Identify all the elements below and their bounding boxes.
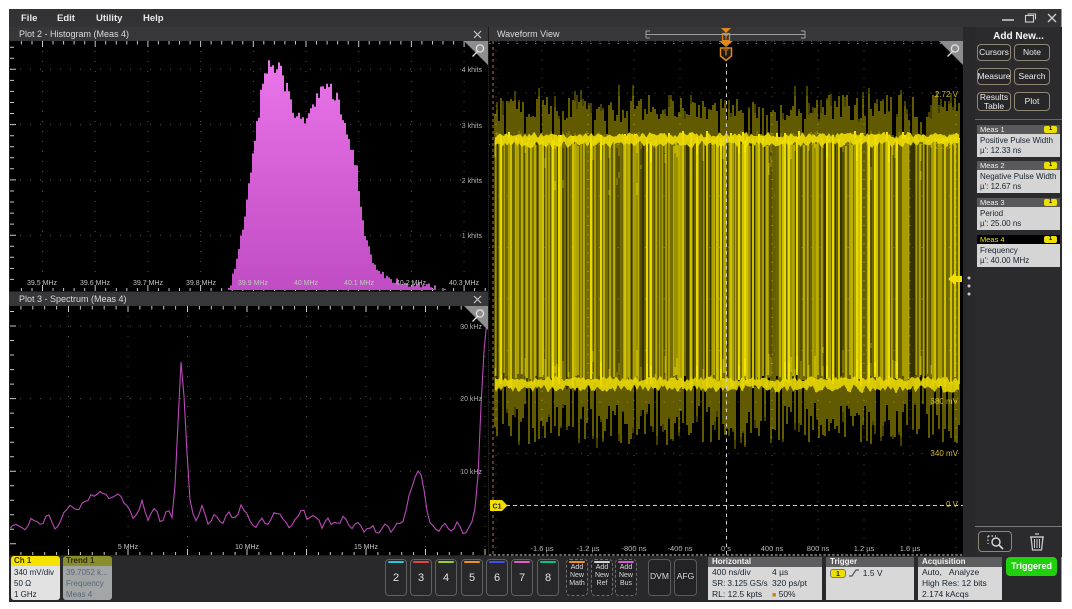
svg-text:3 khits: 3 khits (462, 123, 483, 130)
svg-text:30 kHz: 30 kHz (460, 324, 482, 331)
svg-text:40 MHz: 40 MHz (294, 280, 319, 287)
svg-text:800 ns: 800 ns (807, 544, 830, 553)
svg-text:40.2 MHz: 40.2 MHz (396, 280, 426, 287)
svg-text:0 V: 0 V (946, 500, 959, 509)
svg-text:680 mV: 680 mV (930, 397, 958, 406)
svg-text:340 mV: 340 mV (930, 449, 958, 458)
svg-text:0 s: 0 s (721, 544, 731, 553)
svg-text:5 MHz: 5 MHz (118, 544, 139, 551)
svg-text:-1.2 µs: -1.2 µs (576, 544, 599, 553)
svg-text:10 MHz: 10 MHz (235, 544, 260, 551)
svg-text:2 khits: 2 khits (462, 178, 483, 185)
svg-text:2.72 V: 2.72 V (935, 90, 959, 99)
svg-text:400 ns: 400 ns (761, 544, 784, 553)
svg-text:4 khits: 4 khits (462, 67, 483, 74)
svg-text:-400 ns: -400 ns (667, 544, 692, 553)
svg-text:39.5 MHz: 39.5 MHz (27, 280, 57, 287)
svg-text:39.9 MHz: 39.9 MHz (238, 280, 268, 287)
svg-text:40.3 MHz: 40.3 MHz (449, 280, 479, 287)
svg-text:1.2 µs: 1.2 µs (854, 544, 875, 553)
svg-text:39.6 MHz: 39.6 MHz (80, 280, 110, 287)
svg-text:T: T (724, 49, 729, 58)
svg-text:-1.6 µs: -1.6 µs (530, 544, 553, 553)
svg-text:C1: C1 (493, 503, 502, 510)
svg-text:40.1 MHz: 40.1 MHz (344, 280, 374, 287)
svg-text:2.38 V: 2.38 V (935, 142, 959, 151)
svg-text:39.7 MHz: 39.7 MHz (133, 280, 163, 287)
svg-text:10 kHz: 10 kHz (460, 469, 482, 476)
svg-text:1 khits: 1 khits (462, 233, 483, 240)
svg-text:39.8 MHz: 39.8 MHz (186, 280, 216, 287)
svg-text:15 MHz: 15 MHz (354, 544, 379, 551)
svg-text:-800 ns: -800 ns (621, 544, 646, 553)
svg-text:1.6 µs: 1.6 µs (900, 544, 921, 553)
svg-text:20 kHz: 20 kHz (460, 396, 482, 403)
